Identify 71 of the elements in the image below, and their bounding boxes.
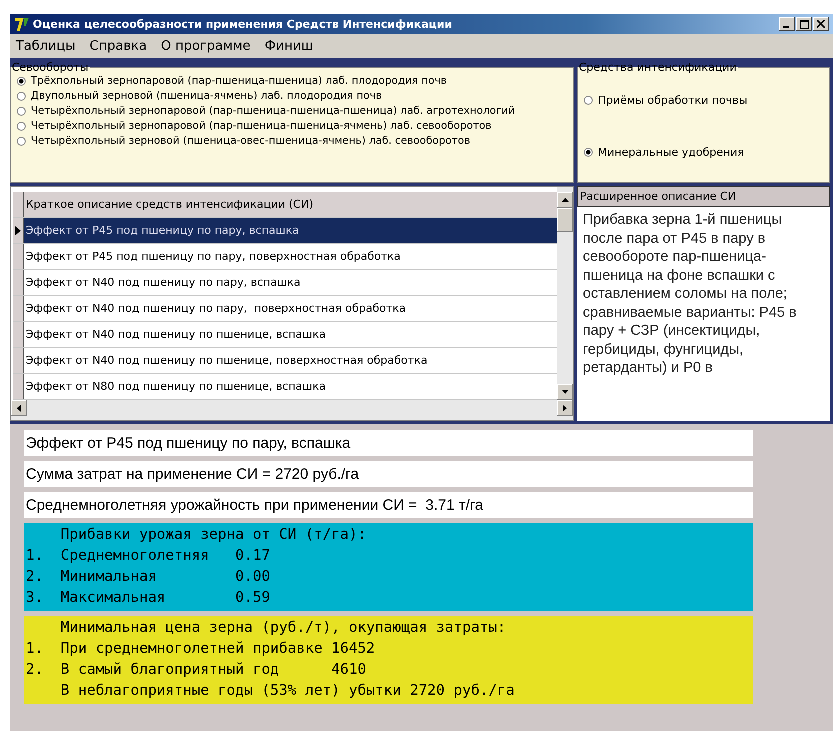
radio-button[interactable] bbox=[584, 96, 593, 104]
radio-label: Приёмы обработки почвы bbox=[598, 92, 748, 108]
minimize-button[interactable] bbox=[779, 17, 795, 31]
column-header[interactable]: Краткое описание средств интенсификации (СИ) bbox=[24, 192, 557, 217]
row-indicator bbox=[13, 296, 24, 321]
table-cell[interactable]: Эффект от N40 под пшеницу по пару, вспашка bbox=[24, 270, 557, 295]
item-label: При среднемноголетней прибавке bbox=[60, 640, 324, 659]
item-number: 3. bbox=[26, 589, 44, 608]
menu-item[interactable]: Финиш bbox=[264, 38, 314, 54]
item-number: 2. bbox=[26, 662, 44, 678]
row-indicator bbox=[13, 374, 24, 399]
scroll-right-icon[interactable] bbox=[563, 404, 567, 412]
scroll-left-icon[interactable] bbox=[17, 404, 21, 412]
radio-button[interactable] bbox=[17, 137, 26, 146]
radio-button[interactable] bbox=[17, 107, 26, 116]
radio-label: Четырёхпольный зернопаровой (пар-пшеница-пшеница-ячмень) лаб. севооборотов bbox=[31, 119, 492, 134]
vertical-scrollbar[interactable] bbox=[557, 187, 573, 400]
radio-option[interactable]: Четырёхпольный зернопаровой (пар-пшеница-пшеница-ячмень) лаб. севооборотов bbox=[17, 119, 567, 134]
radio-button[interactable] bbox=[584, 148, 593, 156]
item-value: 4610 bbox=[332, 661, 368, 680]
row-indicator bbox=[13, 270, 24, 295]
item-value: 0.59 bbox=[236, 589, 272, 608]
item-label: Минимальная bbox=[60, 568, 158, 587]
item-label: В неблагоприятные годы (53% лет) убытки 2720 руб./га bbox=[60, 682, 516, 701]
table-cell[interactable]: Эффект от P45 под пшеницу по пару, поверхностная обработка bbox=[24, 244, 557, 269]
table-cell[interactable]: Эффект от N40 под пшеницу по пару, поверхностная обработка bbox=[24, 296, 557, 321]
item-number: 2. bbox=[26, 568, 44, 587]
scroll-up-icon[interactable] bbox=[562, 198, 568, 202]
table-cell[interactable]: Эффект от N40 под пшеницу по пшенице, поверхностная обработка bbox=[24, 348, 557, 373]
menu-item[interactable]: Таблицы bbox=[16, 38, 76, 54]
radio-option[interactable]: Приёмы обработки почвы bbox=[584, 92, 823, 108]
radio-option[interactable]: Четырёхпольный зерновой (пшеница-овес-пшеница-ячмень) лаб. севооборотов bbox=[17, 134, 567, 149]
menu-item[interactable]: О программе bbox=[161, 38, 251, 54]
panel-heading: Минимальная цена зерна (руб./т), окупающая затраты: bbox=[60, 619, 508, 638]
radio-button[interactable] bbox=[17, 122, 26, 131]
radio-option[interactable]: Минеральные удобрения bbox=[584, 144, 823, 160]
item-label: Максимальная bbox=[60, 589, 167, 608]
radio-label: Двупольный зерновой (пшеница-ячмень) лаб. плодородия почв bbox=[31, 89, 382, 104]
table-cell[interactable]: Эффект от P45 под пшеницу по пару, вспашка bbox=[24, 218, 557, 243]
item-value: 0.00 bbox=[236, 568, 272, 587]
item-value: 0.17 bbox=[236, 547, 272, 566]
panel-heading: Прибавки урожая зерна от СИ (т/га): bbox=[60, 526, 368, 545]
current-row-icon bbox=[15, 226, 21, 236]
item-label: Среднемноголетняя bbox=[60, 547, 210, 566]
radio-button[interactable] bbox=[17, 77, 26, 86]
maximize-icon bbox=[800, 20, 808, 28]
item-number: 1. bbox=[26, 547, 44, 566]
item-label: В самый благоприятный год bbox=[60, 661, 280, 680]
radio-label: Минеральные удобрения bbox=[598, 144, 744, 160]
table-cell[interactable]: Эффект от N80 под пшеницу по пшенице, вспашка bbox=[24, 374, 557, 399]
menu-item[interactable]: Справка bbox=[90, 38, 148, 54]
description-text: Прибавка зерна 1-й пшеницы после пара от P45 в пару в севообороте пар-пшеница-пшеница на фоне вспашки с оставлением соломы на поле; сравниваемые варианты: P45 в пару + СЗР (инсектициды, гербициды, фунгициды, ретарданты) и P0 в bbox=[577, 207, 830, 421]
radio-button[interactable] bbox=[17, 92, 26, 101]
radio-option[interactable]: Трёхпольный зернопаровой (пар-пшеница-пшеница) лаб. плодородия почв bbox=[17, 74, 567, 89]
panel-header: Расширенное описание СИ bbox=[577, 186, 830, 207]
radio-label: Трёхпольный зернопаровой (пар-пшеница-пшеница) лаб. плодородия почв bbox=[31, 74, 448, 89]
close-icon bbox=[817, 20, 825, 28]
item-value: 16452 bbox=[332, 640, 376, 659]
window-title: Оценка целесообразности применения Средств Интенсификации bbox=[33, 18, 454, 30]
scroll-down-icon[interactable] bbox=[562, 390, 568, 394]
row-indicator bbox=[13, 348, 24, 373]
app-icon bbox=[14, 16, 30, 32]
maximize-button[interactable] bbox=[796, 17, 812, 31]
horizontal-scrollbar[interactable] bbox=[11, 400, 573, 420]
item-number: 1. bbox=[26, 641, 44, 657]
table-cell[interactable]: Эффект от N40 под пшеницу по пшенице, вспашка bbox=[24, 322, 557, 347]
radio-option[interactable]: Двупольный зерновой (пшеница-ячмень) лаб. плодородия почв bbox=[17, 89, 567, 104]
scroll-thumb[interactable] bbox=[557, 208, 573, 232]
row-indicator bbox=[13, 322, 24, 347]
radio-label: Четырёхпольный зерновой (пшеница-овес-пшеница-ячмень) лаб. севооборотов bbox=[31, 134, 470, 149]
close-button[interactable] bbox=[813, 17, 829, 31]
